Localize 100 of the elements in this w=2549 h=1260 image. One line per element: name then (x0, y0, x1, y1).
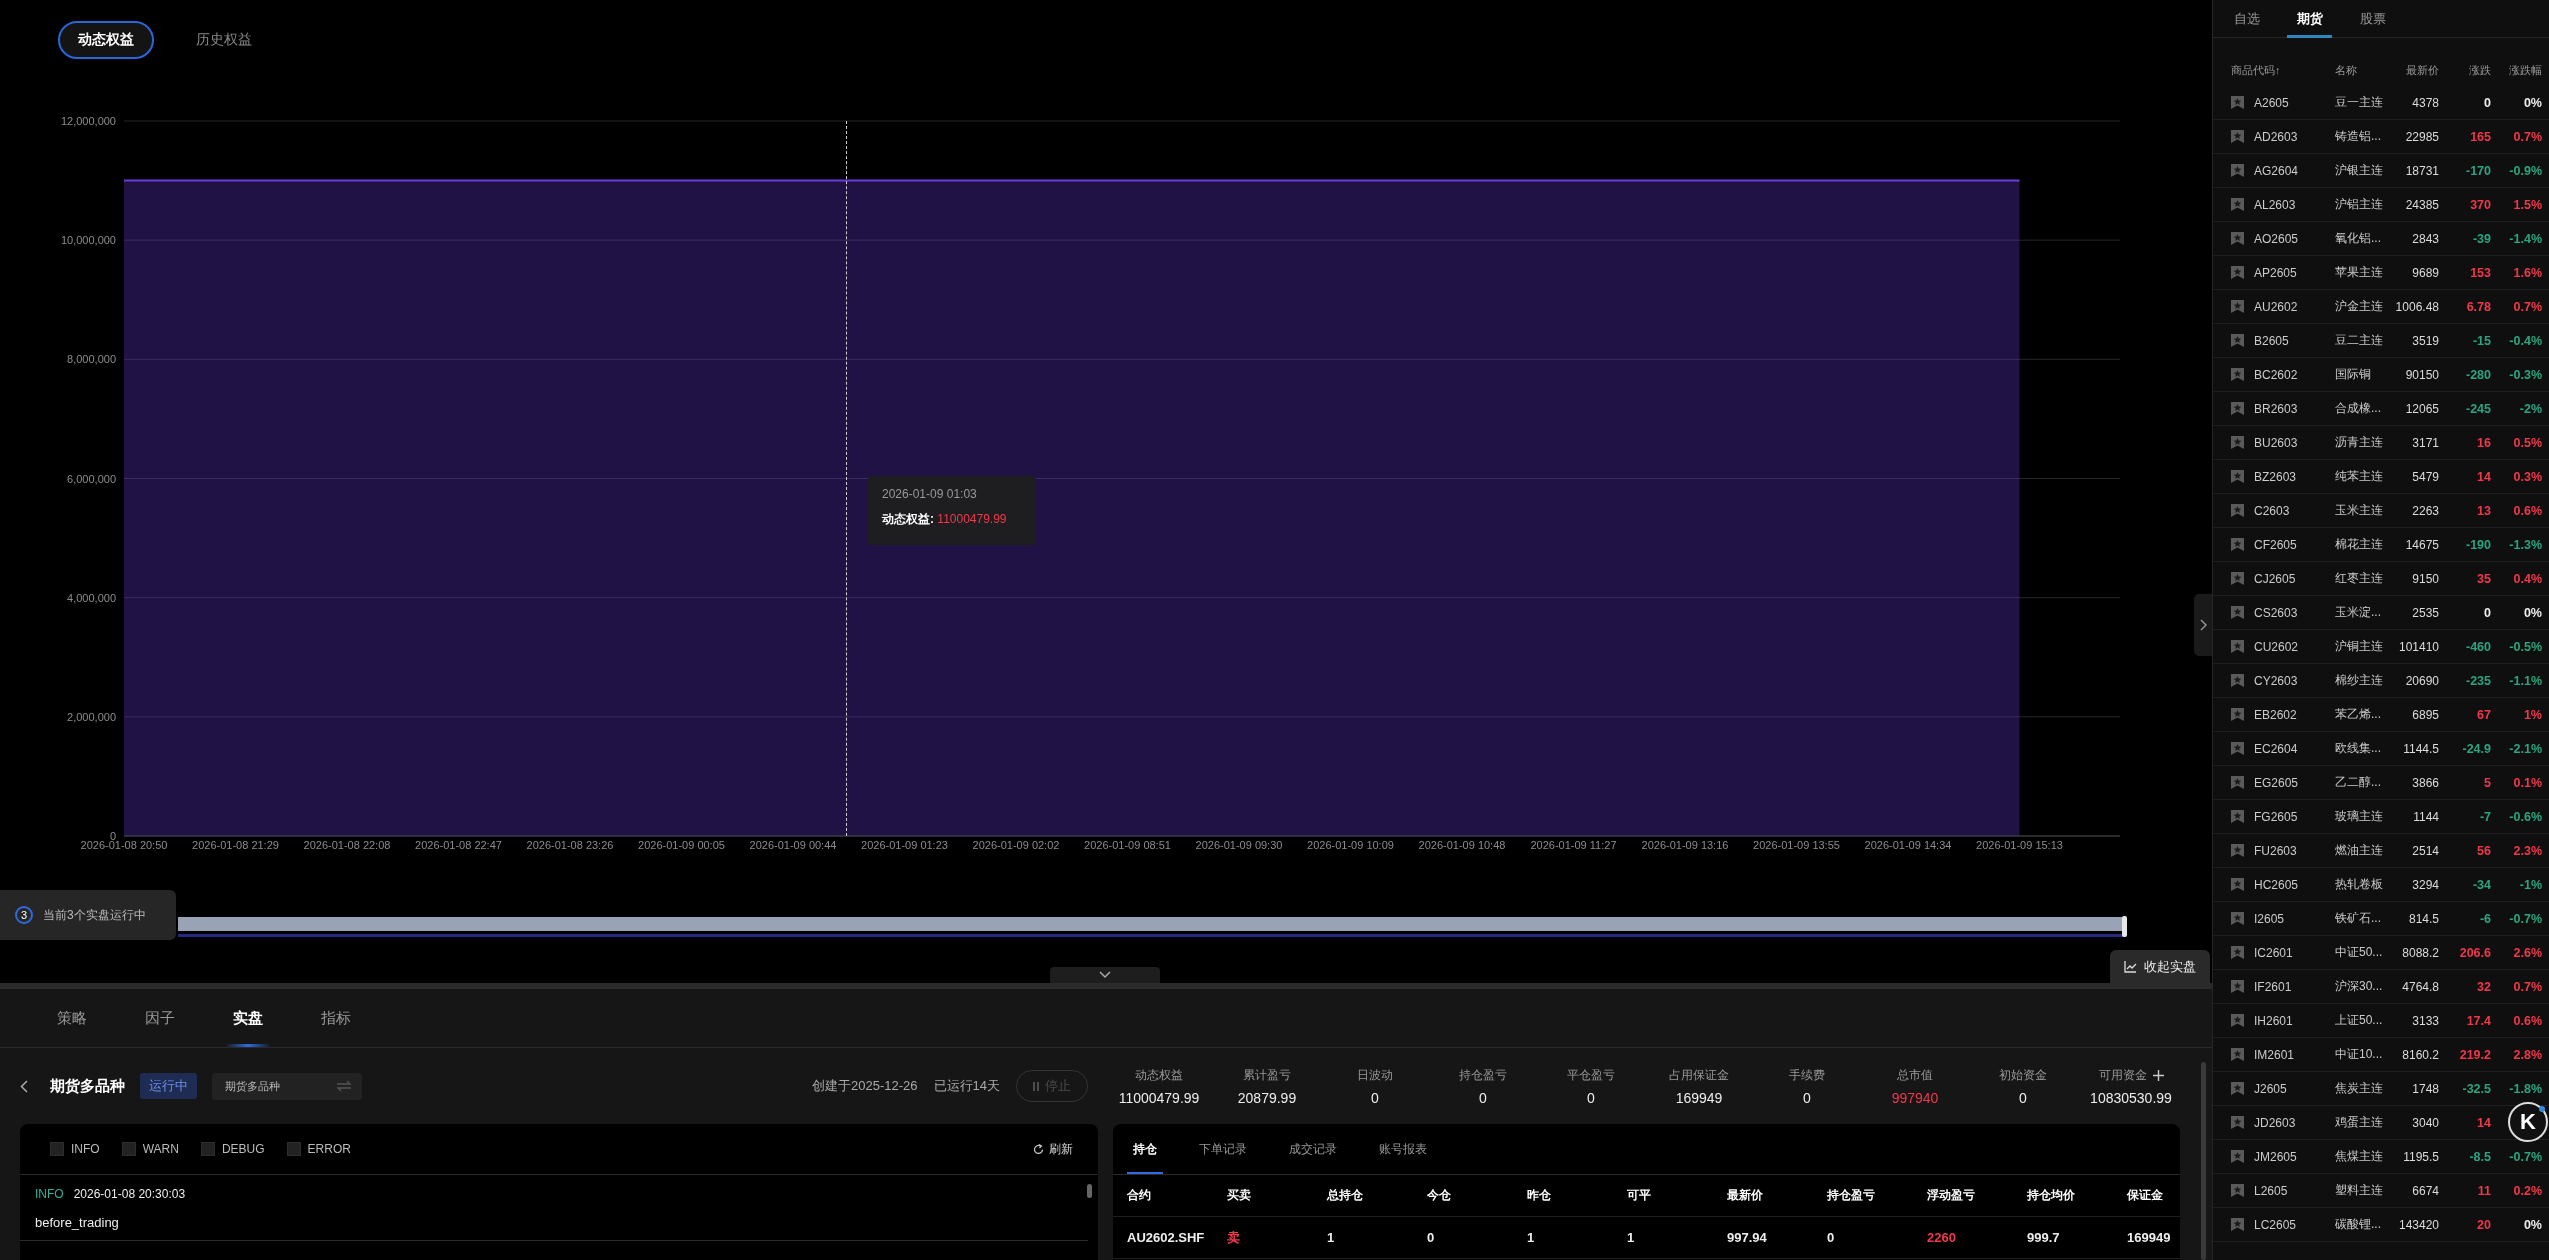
bookmark-icon[interactable] (2231, 742, 2244, 755)
latest-price: 4378 (2411, 95, 2439, 110)
bookmark-icon[interactable] (2231, 640, 2244, 653)
change-percent: -0.7% (2509, 911, 2542, 926)
bookmark-icon[interactable] (2231, 504, 2244, 517)
plus-icon[interactable] (2152, 1069, 2164, 1081)
bookmark-icon[interactable] (2231, 96, 2244, 109)
change-percent: 0.7% (2513, 979, 2542, 994)
contract-name: 焦煤主连 (2335, 1148, 2384, 1165)
bookmark-icon[interactable] (2231, 1082, 2244, 1095)
price-change: 56 (2477, 843, 2491, 858)
column-header[interactable]: 最新价 (2393, 62, 2439, 78)
bookmark-icon[interactable] (2231, 912, 2244, 925)
collapse-button[interactable]: 收起实盘 (2110, 950, 2210, 984)
bookmark-icon[interactable] (2231, 572, 2244, 585)
bottom-tab[interactable]: 指标 (313, 989, 359, 1047)
bookmark-icon[interactable] (2231, 266, 2244, 279)
table-cell: 999.7 (2027, 1230, 2060, 1245)
bookmark-icon[interactable] (2231, 810, 2244, 823)
column-header[interactable]: 涨跌幅 (2491, 62, 2542, 78)
scrollbar[interactable] (1087, 1184, 1092, 1198)
checkbox[interactable] (50, 1142, 64, 1156)
bookmark-icon[interactable] (2231, 368, 2244, 381)
positions-tab[interactable]: 下单记录 (1193, 1124, 1253, 1174)
change-percent: -0.4% (2509, 333, 2542, 348)
status-tag: 运行中 (140, 1073, 197, 1099)
equity-tab[interactable]: 动态权益 (58, 21, 154, 59)
latest-price: 143420 (2397, 1217, 2439, 1232)
change-percent: -0.6% (2509, 809, 2542, 824)
contract-name: 铁矿石... (2335, 910, 2382, 927)
contract-code: A2605 (2254, 95, 2290, 110)
bookmark-icon[interactable] (2231, 300, 2244, 313)
bookmark-icon[interactable] (2231, 1150, 2244, 1163)
bookmark-icon[interactable] (2231, 1048, 2244, 1061)
latest-price: 814.5 (2407, 911, 2439, 926)
bookmark-icon[interactable] (2231, 708, 2244, 721)
checkbox[interactable] (286, 1142, 301, 1156)
latest-price: 22985 (2404, 129, 2439, 144)
x-axis-label: 2026-01-09 10:09 (1307, 839, 1394, 851)
price-change: 16 (2477, 435, 2491, 450)
bookmark-icon[interactable] (2231, 1184, 2244, 1197)
contract-code: L2605 (2254, 1183, 2289, 1198)
price-change: 14 (2477, 469, 2491, 484)
bookmark-icon[interactable] (2231, 334, 2244, 347)
positions-tab[interactable]: 成交记录 (1283, 1124, 1343, 1174)
bookmark-icon[interactable] (2231, 674, 2244, 687)
bottom-tab[interactable]: 策略 (49, 989, 95, 1047)
positions-tab[interactable]: 账号报表 (1373, 1124, 1433, 1174)
strategy-select[interactable]: 期货多品种 (212, 1072, 362, 1100)
bookmark-icon[interactable] (2231, 164, 2244, 177)
market-tab[interactable]: 期货 (2287, 0, 2332, 37)
equity-tab[interactable]: 历史权益 (176, 21, 272, 59)
bookmark-icon[interactable] (2231, 538, 2244, 551)
bookmark-icon[interactable] (2231, 1218, 2244, 1231)
column-header: 今仓 (1427, 1187, 1451, 1204)
pause-icon (1033, 1081, 1039, 1091)
bookmark-icon[interactable] (2231, 402, 2244, 415)
range-slider[interactable] (178, 916, 2127, 937)
latest-price: 9689 (2411, 265, 2439, 280)
market-tab[interactable]: 自选 (2224, 0, 2269, 37)
contract-name: 纯苯主连 (2335, 468, 2384, 485)
bookmark-icon[interactable] (2231, 878, 2244, 891)
checkbox[interactable] (121, 1142, 136, 1156)
checkbox[interactable] (200, 1142, 215, 1156)
refresh-button[interactable]: 刷新 (1033, 1140, 1073, 1158)
column-header: 合约 (1127, 1187, 1151, 1204)
bookmark-icon[interactable] (2231, 1014, 2244, 1027)
market-tab[interactable]: 股票 (2350, 0, 2395, 37)
bookmark-icon[interactable] (2231, 436, 2244, 449)
contract-name: 碳酸锂... (2335, 1216, 2382, 1233)
column-header: 浮动盈亏 (1927, 1187, 1975, 1204)
bookmark-icon[interactable] (2231, 1116, 2244, 1129)
bottom-tab[interactable]: 实盘 (225, 989, 271, 1047)
positions-tab[interactable]: 持仓 (1127, 1124, 1163, 1174)
running-badge[interactable]: 3 当前3个实盘运行中 (0, 890, 176, 940)
bookmark-icon[interactable] (2231, 606, 2244, 619)
bookmark-icon[interactable] (2231, 470, 2244, 483)
stat-label: 持仓盈亏 (1459, 1066, 1507, 1084)
bookmark-icon[interactable] (2231, 776, 2244, 789)
log-time: 2026-01-08 20:30:03 (73, 1187, 186, 1201)
change-percent: -0.7% (2509, 1149, 2542, 1164)
bottom-tab[interactable]: 因子 (137, 989, 183, 1047)
column-header[interactable]: 商品代码↑ (2231, 62, 2335, 78)
bookmark-icon[interactable] (2231, 232, 2244, 245)
table-cell: 0 (1827, 1230, 1835, 1245)
stat-label: 初始资金 (1999, 1066, 2047, 1084)
stat-label: 动态权益 (1135, 1066, 1183, 1084)
bookmark-icon[interactable] (2231, 130, 2244, 143)
scrollbar[interactable] (2201, 1062, 2206, 1260)
change-percent: 1.6% (2513, 265, 2542, 280)
contract-name: 沪深30... (2335, 978, 2384, 995)
bookmark-icon[interactable] (2231, 198, 2244, 211)
bookmark-icon[interactable] (2231, 946, 2244, 959)
bookmark-icon[interactable] (2231, 980, 2244, 993)
stat-label: 手续费 (1789, 1066, 1825, 1084)
column-header[interactable]: 涨跌 (2439, 62, 2491, 78)
bookmark-icon[interactable] (2231, 844, 2244, 857)
column-header[interactable]: 名称 (2335, 62, 2393, 78)
change-percent: 0.7% (2513, 299, 2542, 314)
side-handle[interactable] (2194, 594, 2212, 656)
